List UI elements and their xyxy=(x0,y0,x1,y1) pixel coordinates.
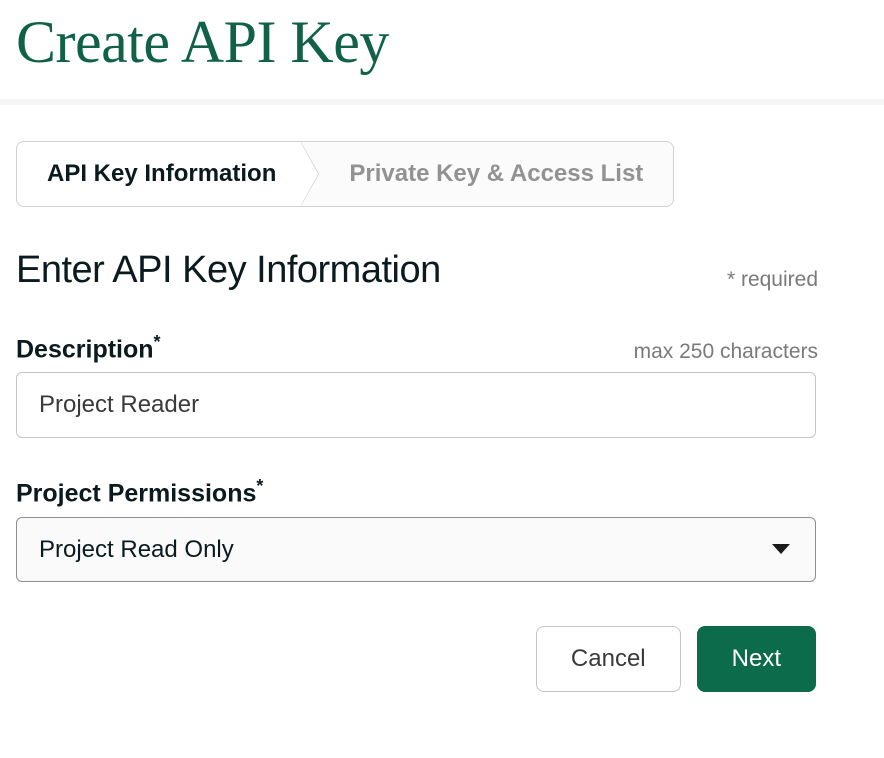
description-label: Description* xyxy=(16,332,161,364)
cancel-button[interactable]: Cancel xyxy=(536,626,681,692)
next-button[interactable]: Next xyxy=(697,626,816,692)
permissions-select[interactable]: Project Read Only xyxy=(16,517,816,582)
divider xyxy=(0,99,884,105)
stepper: API Key Information Private Key & Access… xyxy=(16,141,868,207)
required-note: * required xyxy=(727,268,868,292)
permissions-label-text: Project Permissions xyxy=(16,480,256,508)
section-header: Enter API Key Information * required xyxy=(16,249,868,292)
description-input[interactable] xyxy=(16,372,816,438)
description-field-group: Description* max 250 characters xyxy=(16,332,868,438)
page-title: Create API Key xyxy=(16,8,868,77)
permissions-label: Project Permissions* xyxy=(16,476,263,508)
step-private-key-access-list[interactable]: Private Key & Access List xyxy=(293,141,674,207)
permissions-label-row: Project Permissions* xyxy=(16,476,868,508)
step-api-key-information[interactable]: API Key Information xyxy=(16,141,301,207)
description-label-row: Description* max 250 characters xyxy=(16,332,868,364)
required-asterisk: * xyxy=(154,332,161,352)
permissions-field-group: Project Permissions* Project Read Only xyxy=(16,476,868,581)
description-label-text: Description xyxy=(16,335,154,363)
button-row: Cancel Next xyxy=(16,626,816,692)
description-hint: max 250 characters xyxy=(634,340,868,364)
section-title: Enter API Key Information xyxy=(16,249,441,292)
permissions-select-wrapper: Project Read Only xyxy=(16,517,816,582)
required-asterisk: * xyxy=(256,476,263,496)
